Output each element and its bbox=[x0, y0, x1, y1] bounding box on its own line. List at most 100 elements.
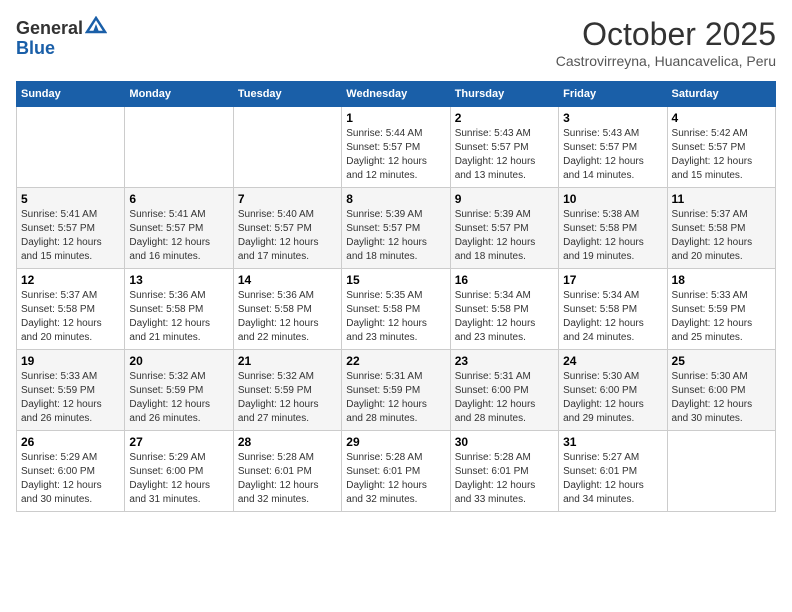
calendar-cell: 18 Sunrise: 5:33 AM Sunset: 5:59 PM Dayli… bbox=[667, 269, 775, 350]
calendar-cell: 22 Sunrise: 5:31 AM Sunset: 5:59 PM Dayli… bbox=[342, 350, 450, 431]
calendar-cell: 1 Sunrise: 5:44 AM Sunset: 5:57 PM Daylig… bbox=[342, 107, 450, 188]
logo-blue: Blue bbox=[16, 38, 55, 58]
day-number: 11 bbox=[672, 192, 771, 206]
day-info: Sunrise: 5:30 AM Sunset: 6:00 PM Dayligh… bbox=[563, 370, 662, 426]
day-number: 27 bbox=[129, 435, 228, 449]
logo: General Blue bbox=[16, 16, 107, 59]
day-info: Sunrise: 5:43 AM Sunset: 5:57 PM Dayligh… bbox=[563, 127, 662, 183]
calendar-cell: 19Sunrise: 5:33 AM Sunset: 5:59 PM Dayli… bbox=[17, 350, 125, 431]
day-number: 6 bbox=[129, 192, 228, 206]
day-number: 2 bbox=[455, 111, 554, 125]
day-info: Sunrise: 5:34 AM Sunset: 5:58 PM Dayligh… bbox=[563, 289, 662, 345]
calendar-header-row: SundayMondayTuesdayWednesdayThursdayFrid… bbox=[17, 82, 776, 107]
location-subtitle: Castrovirreyna, Huancavelica, Peru bbox=[556, 53, 776, 69]
weekday-header-tuesday: Tuesday bbox=[233, 82, 341, 107]
day-info: Sunrise: 5:41 AM Sunset: 5:57 PM Dayligh… bbox=[21, 208, 120, 264]
calendar-week-row: 12Sunrise: 5:37 AM Sunset: 5:58 PM Dayli… bbox=[17, 269, 776, 350]
calendar-cell: 7Sunrise: 5:40 AM Sunset: 5:57 PM Daylig… bbox=[233, 188, 341, 269]
day-info: Sunrise: 5:27 AM Sunset: 6:01 PM Dayligh… bbox=[563, 451, 662, 507]
day-info: Sunrise: 5:39 AM Sunset: 5:57 PM Dayligh… bbox=[455, 208, 554, 264]
calendar-cell: 13 Sunrise: 5:36 AM Sunset: 5:58 PM Dayli… bbox=[125, 269, 233, 350]
day-number: 4 bbox=[672, 111, 771, 125]
day-info: Sunrise: 5:37 AM Sunset: 5:58 PM Dayligh… bbox=[672, 208, 771, 264]
calendar-cell bbox=[233, 107, 341, 188]
day-info: Sunrise: 5:44 AM Sunset: 5:57 PM Dayligh… bbox=[346, 127, 445, 183]
day-info: Sunrise: 5:41 AM Sunset: 5:57 PM Dayligh… bbox=[129, 208, 228, 264]
calendar-cell: 4 Sunrise: 5:42 AM Sunset: 5:57 PM Daylig… bbox=[667, 107, 775, 188]
calendar-cell: 9Sunrise: 5:39 AM Sunset: 5:57 PM Daylig… bbox=[450, 188, 558, 269]
calendar-cell: 26 Sunrise: 5:29 AM Sunset: 6:00 PM Dayli… bbox=[17, 431, 125, 512]
calendar-cell: 24 Sunrise: 5:30 AM Sunset: 6:00 PM Dayli… bbox=[559, 350, 667, 431]
calendar-cell: 23 Sunrise: 5:31 AM Sunset: 6:00 PM Dayli… bbox=[450, 350, 558, 431]
day-info: Sunrise: 5:39 AM Sunset: 5:57 PM Dayligh… bbox=[346, 208, 445, 264]
day-number: 31 bbox=[563, 435, 662, 449]
weekday-header-friday: Friday bbox=[559, 82, 667, 107]
calendar-cell: 27 Sunrise: 5:29 AM Sunset: 6:00 PM Dayli… bbox=[125, 431, 233, 512]
day-info: Sunrise: 5:35 AM Sunset: 5:58 PM Dayligh… bbox=[346, 289, 445, 345]
calendar-week-row: 5 Sunrise: 5:41 AM Sunset: 5:57 PM Daylig… bbox=[17, 188, 776, 269]
calendar-cell bbox=[125, 107, 233, 188]
calendar-cell: 30 Sunrise: 5:28 AM Sunset: 6:01 PM Dayli… bbox=[450, 431, 558, 512]
calendar-cell: 12Sunrise: 5:37 AM Sunset: 5:58 PM Dayli… bbox=[17, 269, 125, 350]
logo-icon bbox=[85, 16, 107, 34]
day-info: Sunrise: 5:38 AM Sunset: 5:58 PM Dayligh… bbox=[563, 208, 662, 264]
calendar-cell: 8Sunrise: 5:39 AM Sunset: 5:57 PM Daylig… bbox=[342, 188, 450, 269]
day-info: Sunrise: 5:28 AM Sunset: 6:01 PM Dayligh… bbox=[455, 451, 554, 507]
day-info: Sunrise: 5:36 AM Sunset: 5:58 PM Dayligh… bbox=[238, 289, 337, 345]
day-number: 19 bbox=[21, 354, 120, 368]
weekday-header-monday: Monday bbox=[125, 82, 233, 107]
day-info: Sunrise: 5:32 AM Sunset: 5:59 PM Dayligh… bbox=[129, 370, 228, 426]
day-number: 26 bbox=[21, 435, 120, 449]
calendar-cell: 2 Sunrise: 5:43 AM Sunset: 5:57 PM Daylig… bbox=[450, 107, 558, 188]
page-header: General Blue October 2025 Castrovirreyna… bbox=[16, 16, 776, 69]
calendar-cell: 6 Sunrise: 5:41 AM Sunset: 5:57 PM Daylig… bbox=[125, 188, 233, 269]
day-number: 5 bbox=[21, 192, 120, 206]
day-number: 28 bbox=[238, 435, 337, 449]
title-area: October 2025 Castrovirreyna, Huancavelic… bbox=[556, 16, 776, 69]
calendar-week-row: 26 Sunrise: 5:29 AM Sunset: 6:00 PM Dayli… bbox=[17, 431, 776, 512]
calendar-cell: 15 Sunrise: 5:35 AM Sunset: 5:58 PM Dayli… bbox=[342, 269, 450, 350]
day-number: 1 bbox=[346, 111, 445, 125]
calendar-cell: 25Sunrise: 5:30 AM Sunset: 6:00 PM Dayli… bbox=[667, 350, 775, 431]
calendar-cell: 21 Sunrise: 5:32 AM Sunset: 5:59 PM Dayli… bbox=[233, 350, 341, 431]
calendar-cell: 17 Sunrise: 5:34 AM Sunset: 5:58 PM Dayli… bbox=[559, 269, 667, 350]
calendar-cell: 3Sunrise: 5:43 AM Sunset: 5:57 PM Daylig… bbox=[559, 107, 667, 188]
calendar-cell: 28 Sunrise: 5:28 AM Sunset: 6:01 PM Dayli… bbox=[233, 431, 341, 512]
day-number: 23 bbox=[455, 354, 554, 368]
day-info: Sunrise: 5:42 AM Sunset: 5:57 PM Dayligh… bbox=[672, 127, 771, 183]
calendar-cell: 14Sunrise: 5:36 AM Sunset: 5:58 PM Dayli… bbox=[233, 269, 341, 350]
weekday-header-sunday: Sunday bbox=[17, 82, 125, 107]
day-number: 29 bbox=[346, 435, 445, 449]
day-info: Sunrise: 5:33 AM Sunset: 5:59 PM Dayligh… bbox=[672, 289, 771, 345]
day-info: Sunrise: 5:29 AM Sunset: 6:00 PM Dayligh… bbox=[21, 451, 120, 507]
calendar-table: SundayMondayTuesdayWednesdayThursdayFrid… bbox=[16, 81, 776, 512]
day-number: 18 bbox=[672, 273, 771, 287]
weekday-header-wednesday: Wednesday bbox=[342, 82, 450, 107]
day-number: 16 bbox=[455, 273, 554, 287]
day-info: Sunrise: 5:37 AM Sunset: 5:58 PM Dayligh… bbox=[21, 289, 120, 345]
calendar-cell: 10 Sunrise: 5:38 AM Sunset: 5:58 PM Dayli… bbox=[559, 188, 667, 269]
day-info: Sunrise: 5:28 AM Sunset: 6:01 PM Dayligh… bbox=[346, 451, 445, 507]
calendar-cell: 5 Sunrise: 5:41 AM Sunset: 5:57 PM Daylig… bbox=[17, 188, 125, 269]
day-number: 24 bbox=[563, 354, 662, 368]
day-info: Sunrise: 5:32 AM Sunset: 5:59 PM Dayligh… bbox=[238, 370, 337, 426]
logo-general: General bbox=[16, 18, 83, 38]
day-number: 30 bbox=[455, 435, 554, 449]
day-number: 21 bbox=[238, 354, 337, 368]
day-info: Sunrise: 5:29 AM Sunset: 6:00 PM Dayligh… bbox=[129, 451, 228, 507]
day-info: Sunrise: 5:43 AM Sunset: 5:57 PM Dayligh… bbox=[455, 127, 554, 183]
day-number: 13 bbox=[129, 273, 228, 287]
calendar-cell: 20Sunrise: 5:32 AM Sunset: 5:59 PM Dayli… bbox=[125, 350, 233, 431]
day-info: Sunrise: 5:36 AM Sunset: 5:58 PM Dayligh… bbox=[129, 289, 228, 345]
day-number: 15 bbox=[346, 273, 445, 287]
day-info: Sunrise: 5:28 AM Sunset: 6:01 PM Dayligh… bbox=[238, 451, 337, 507]
day-info: Sunrise: 5:31 AM Sunset: 5:59 PM Dayligh… bbox=[346, 370, 445, 426]
calendar-cell: 16 Sunrise: 5:34 AM Sunset: 5:58 PM Dayli… bbox=[450, 269, 558, 350]
day-number: 17 bbox=[563, 273, 662, 287]
day-info: Sunrise: 5:31 AM Sunset: 6:00 PM Dayligh… bbox=[455, 370, 554, 426]
weekday-header-saturday: Saturday bbox=[667, 82, 775, 107]
day-number: 22 bbox=[346, 354, 445, 368]
calendar-week-row: 19Sunrise: 5:33 AM Sunset: 5:59 PM Dayli… bbox=[17, 350, 776, 431]
day-info: Sunrise: 5:34 AM Sunset: 5:58 PM Dayligh… bbox=[455, 289, 554, 345]
day-number: 10 bbox=[563, 192, 662, 206]
